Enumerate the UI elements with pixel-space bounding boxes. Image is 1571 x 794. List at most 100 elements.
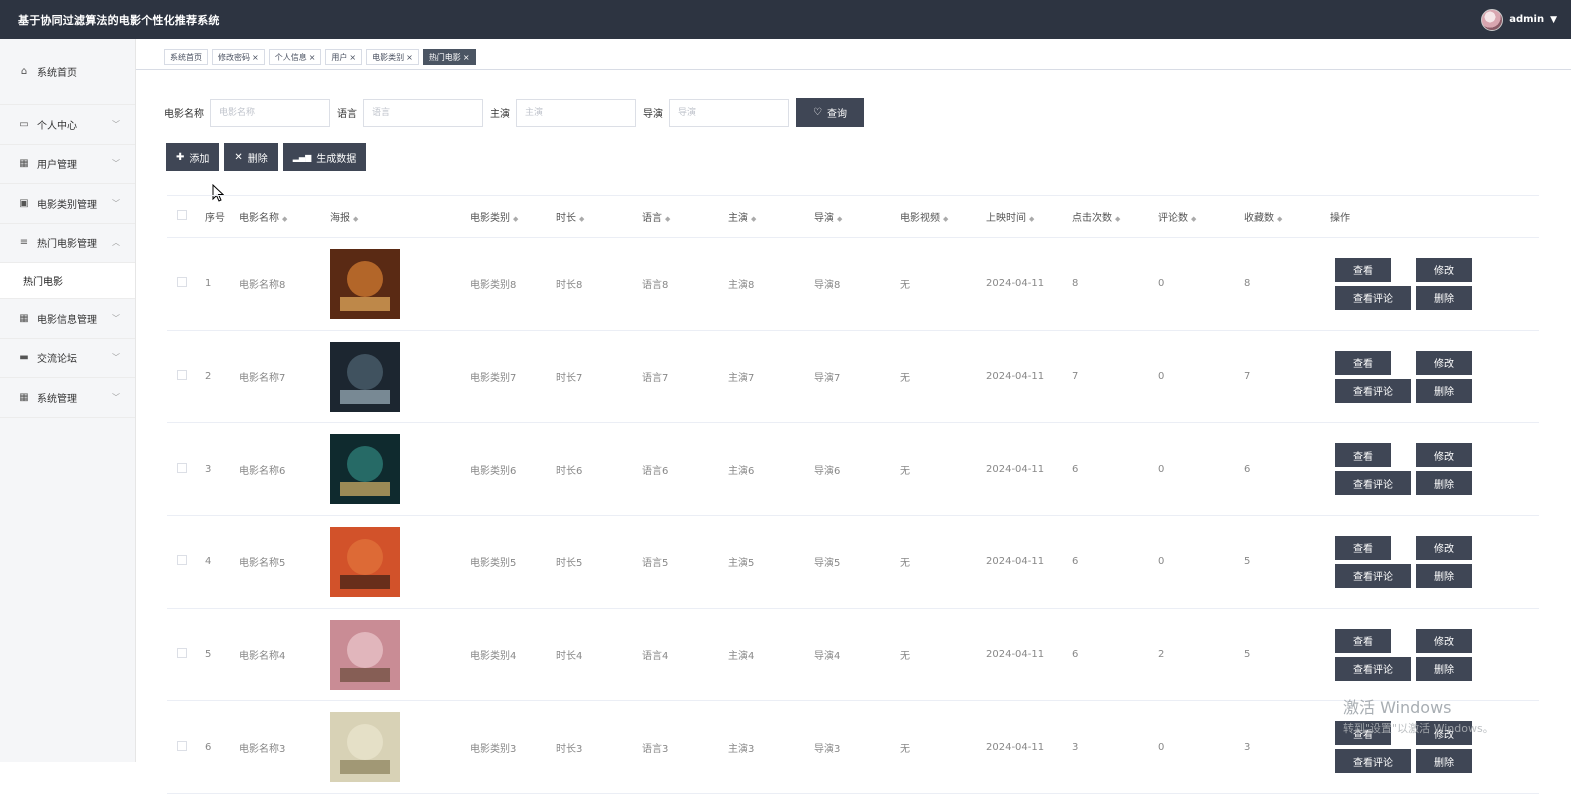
poster-image[interactable] [330,712,400,783]
sidebar-item-personal-center[interactable]: ▭ 个人中心 ﹀ [0,105,135,145]
chevron-up-icon: ︿ [112,238,120,248]
sidebar-item-home[interactable]: ⌂ 系统首页 [0,39,135,105]
sort-icon[interactable]: ◆ [513,215,518,223]
edit-button[interactable]: 修改 [1416,350,1472,375]
cell-no: 1 [205,278,212,290]
movie-name-input[interactable] [210,98,330,127]
username[interactable]: admin [1509,14,1544,25]
row-checkbox[interactable] [167,370,205,383]
row-delete-button[interactable]: 删除 [1416,656,1472,681]
header-lead[interactable]: 主演 ◆ [728,209,814,224]
caret-down-icon[interactable]: ▼ [1550,15,1557,25]
header-name[interactable]: 电影名称 ◆ [239,209,330,224]
row-checkbox[interactable] [167,555,205,568]
header-type[interactable]: 电影类别 ◆ [470,209,556,224]
tab-label: 热门电影 [428,52,461,62]
tab-movie-categories[interactable]: 电影类别 × [366,49,419,65]
view-comments-button[interactable]: 查看评论 [1335,749,1411,774]
header-clicks[interactable]: 点击次数 ◆ [1072,209,1158,224]
lead-actor-input[interactable] [516,98,636,127]
tab-personal-info[interactable]: 个人信息 × [268,49,322,65]
header-duration[interactable]: 时长 ◆ [556,209,642,224]
close-icon[interactable]: × [252,53,259,62]
sidebar-item-movie-info[interactable]: ▦ 电影信息管理 ﹀ [0,299,135,339]
header-language[interactable]: 语言 ◆ [642,209,728,224]
row-checkbox[interactable] [167,462,205,476]
watermark-line-1: 激活 Windows [1343,698,1452,717]
sidebar-item-system[interactable]: ▦ 系统管理 ﹀ [0,378,135,418]
sort-icon[interactable]: ◆ [353,215,358,223]
sidebar-item-users[interactable]: ▦ 用户管理 ﹀ [0,145,135,184]
view-button[interactable]: 查看 [1335,257,1391,282]
sort-icon[interactable]: ◆ [837,215,842,223]
sidebar-item-forum[interactable]: ▬ 交流论坛 ﹀ [0,339,135,378]
poster-image[interactable] [330,526,400,597]
view-button[interactable]: 查看 [1335,443,1391,468]
row-checkbox[interactable] [167,648,205,661]
header-date[interactable]: 上映时间 ◆ [986,209,1072,224]
edit-button[interactable]: 修改 [1416,628,1472,653]
view-button[interactable]: 查看 [1335,350,1391,375]
director-input[interactable] [669,98,789,127]
sort-icon[interactable]: ◆ [1115,215,1120,223]
sort-icon[interactable]: ◆ [282,215,287,223]
tab-hot-movies[interactable]: 热门电影 × [422,49,476,65]
poster-image[interactable] [330,619,400,690]
language-input[interactable] [363,98,483,127]
table-row: 4 电影名称5 电影类别5 时长5 语言5 主演5 导演5 无 2024-04-… [167,516,1539,609]
row-delete-button[interactable]: 删除 [1416,471,1472,496]
add-button[interactable]: ✚ 添加 [166,143,220,171]
poster-image[interactable] [330,434,400,505]
view-comments-button[interactable]: 查看评论 [1335,563,1411,588]
header-comments[interactable]: 评论数 ◆ [1158,209,1244,224]
sidebar-item-movie-categories[interactable]: ▣ 电影类别管理 ﹀ [0,184,135,224]
sidebar-subitem-hot-movies[interactable]: 热门电影 [0,263,135,299]
poster-image[interactable] [330,248,400,319]
sort-icon[interactable]: ◆ [943,215,948,223]
row-delete-button[interactable]: 删除 [1416,563,1472,588]
sidebar-item-hot-movies[interactable]: ≡ 热门电影管理 ︿ [0,224,135,263]
tab-home[interactable]: 系统首页 [164,49,208,65]
edit-button[interactable]: 修改 [1416,257,1472,282]
close-icon[interactable]: × [349,53,356,62]
edit-button[interactable]: 修改 [1416,443,1472,468]
sort-icon[interactable]: ◆ [1029,215,1034,223]
view-comments-button[interactable]: 查看评论 [1335,378,1411,403]
row-checkbox[interactable] [167,277,205,290]
close-icon[interactable]: × [309,53,316,62]
poster-image[interactable] [330,341,400,412]
view-comments-button[interactable]: 查看评论 [1335,285,1411,310]
query-button[interactable]: ♡ 查询 [796,98,864,127]
close-icon[interactable]: × [406,53,413,62]
row-delete-button[interactable]: 删除 [1416,378,1472,403]
tab-change-password[interactable]: 修改密码 × [212,49,265,65]
header-poster[interactable]: 海报 ◆ [330,209,470,224]
row-delete-button[interactable]: 删除 [1416,749,1472,774]
row-delete-button[interactable]: 删除 [1416,285,1472,310]
header-favs[interactable]: 收藏数 ◆ [1244,209,1330,224]
view-button[interactable]: 查看 [1335,628,1391,653]
sort-icon[interactable]: ◆ [579,215,584,223]
view-comments-button[interactable]: 查看评论 [1335,471,1411,496]
tab-users[interactable]: 用户 × [325,49,363,65]
select-all-checkbox[interactable] [167,210,205,223]
view-button[interactable]: 查看 [1335,535,1391,560]
row-checkbox[interactable] [167,740,205,754]
cell-ops: 查看 修改 查看评论 删除 [1330,535,1530,588]
sort-icon[interactable]: ◆ [751,215,756,223]
edit-button[interactable]: 修改 [1416,535,1472,560]
generate-data-button[interactable]: ▂▄▆ 生成数据 [282,143,367,171]
sort-icon[interactable]: ◆ [665,215,670,223]
cell-video: 无 [900,280,910,292]
sort-icon[interactable]: ◆ [1191,215,1196,223]
sort-icon[interactable]: ◆ [1277,215,1282,223]
view-comments-button[interactable]: 查看评论 [1335,656,1411,681]
header-director[interactable]: 导演 ◆ [814,209,900,224]
avatar[interactable] [1481,8,1504,31]
cell-clicks: 6 [1072,556,1079,568]
close-icon[interactable]: × [463,53,470,62]
user-menu[interactable]: admin ▼ [1481,8,1557,31]
header-video[interactable]: 电影视频 ◆ [900,209,986,224]
cell-clicks: 8 [1072,278,1079,290]
delete-button[interactable]: ✕ 删除 [224,143,278,171]
